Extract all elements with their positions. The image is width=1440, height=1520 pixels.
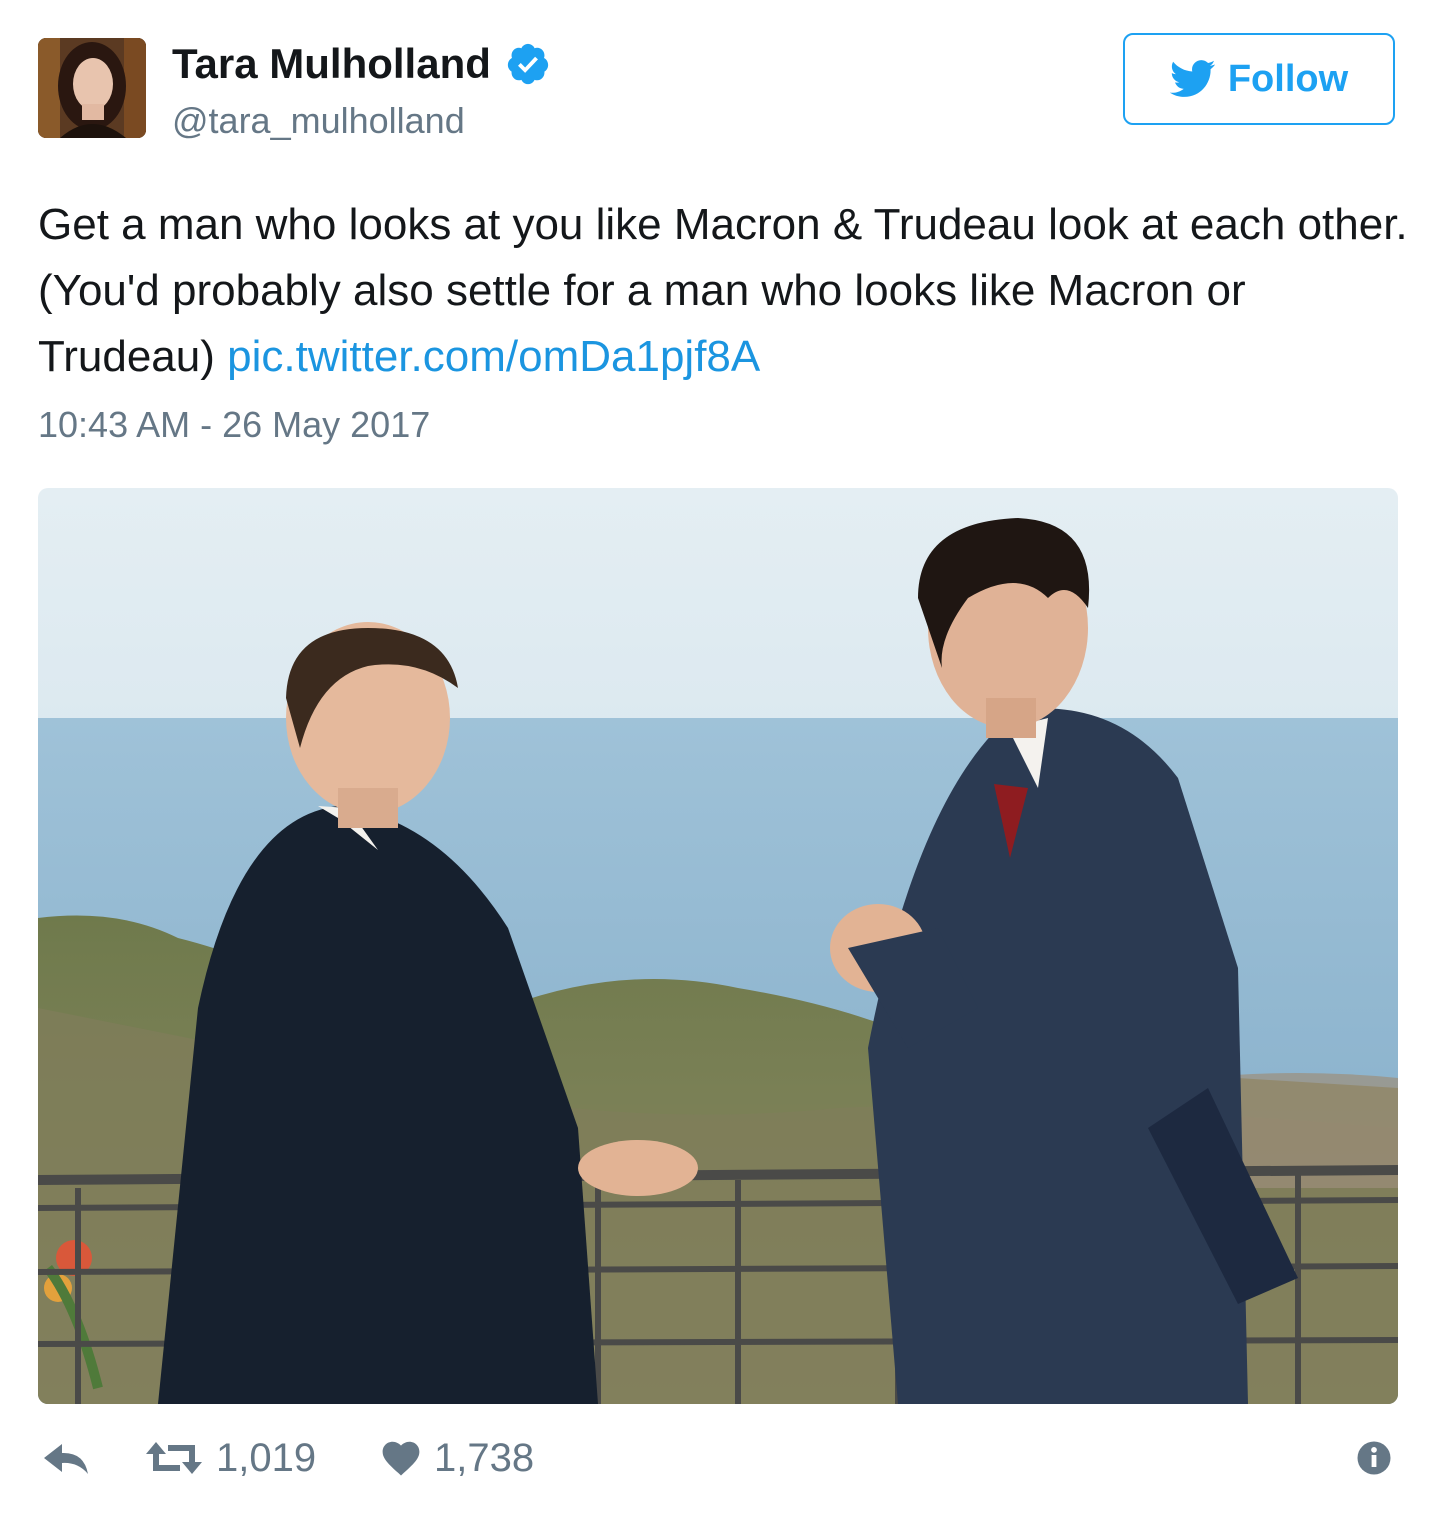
retweet-count: 1,019	[216, 1435, 317, 1480]
author-name[interactable]: Tara Mulholland	[172, 40, 491, 88]
tweet-timestamp[interactable]: 10:43 AM - 26 May 2017	[38, 404, 430, 446]
twitter-bird-icon	[1169, 60, 1216, 97]
tweet-card: Tara Mulholland @tara_mulholland Follow …	[0, 0, 1440, 1520]
author-handle[interactable]: @tara_mulholland	[172, 100, 465, 142]
like-count: 1,738	[434, 1435, 535, 1480]
tweet-text: Get a man who looks at you like Macron &…	[38, 192, 1408, 390]
reply-button[interactable]	[42, 1426, 92, 1490]
retweet-button[interactable]: 1,019	[144, 1426, 316, 1490]
follow-button[interactable]: Follow	[1123, 33, 1395, 125]
follow-label: Follow	[1227, 57, 1349, 100]
tweet-media-link[interactable]: pic.twitter.com/omDa1pjf8A	[227, 332, 760, 381]
avatar-photo	[38, 38, 146, 138]
like-button[interactable]: 1,738	[380, 1426, 534, 1490]
reply-icon	[44, 1444, 88, 1474]
photo-scene	[38, 488, 1398, 1404]
tweet-actions: 1,019 1,738	[38, 1426, 1398, 1490]
info-icon	[1357, 1441, 1391, 1475]
tweet-photo[interactable]	[38, 488, 1398, 1404]
avatar[interactable]	[38, 38, 146, 138]
retweet-icon	[146, 1442, 202, 1474]
heart-icon	[382, 1441, 420, 1476]
verified-badge-icon	[507, 43, 549, 85]
author-name-row[interactable]: Tara Mulholland	[172, 40, 551, 88]
info-button[interactable]	[1356, 1426, 1392, 1490]
